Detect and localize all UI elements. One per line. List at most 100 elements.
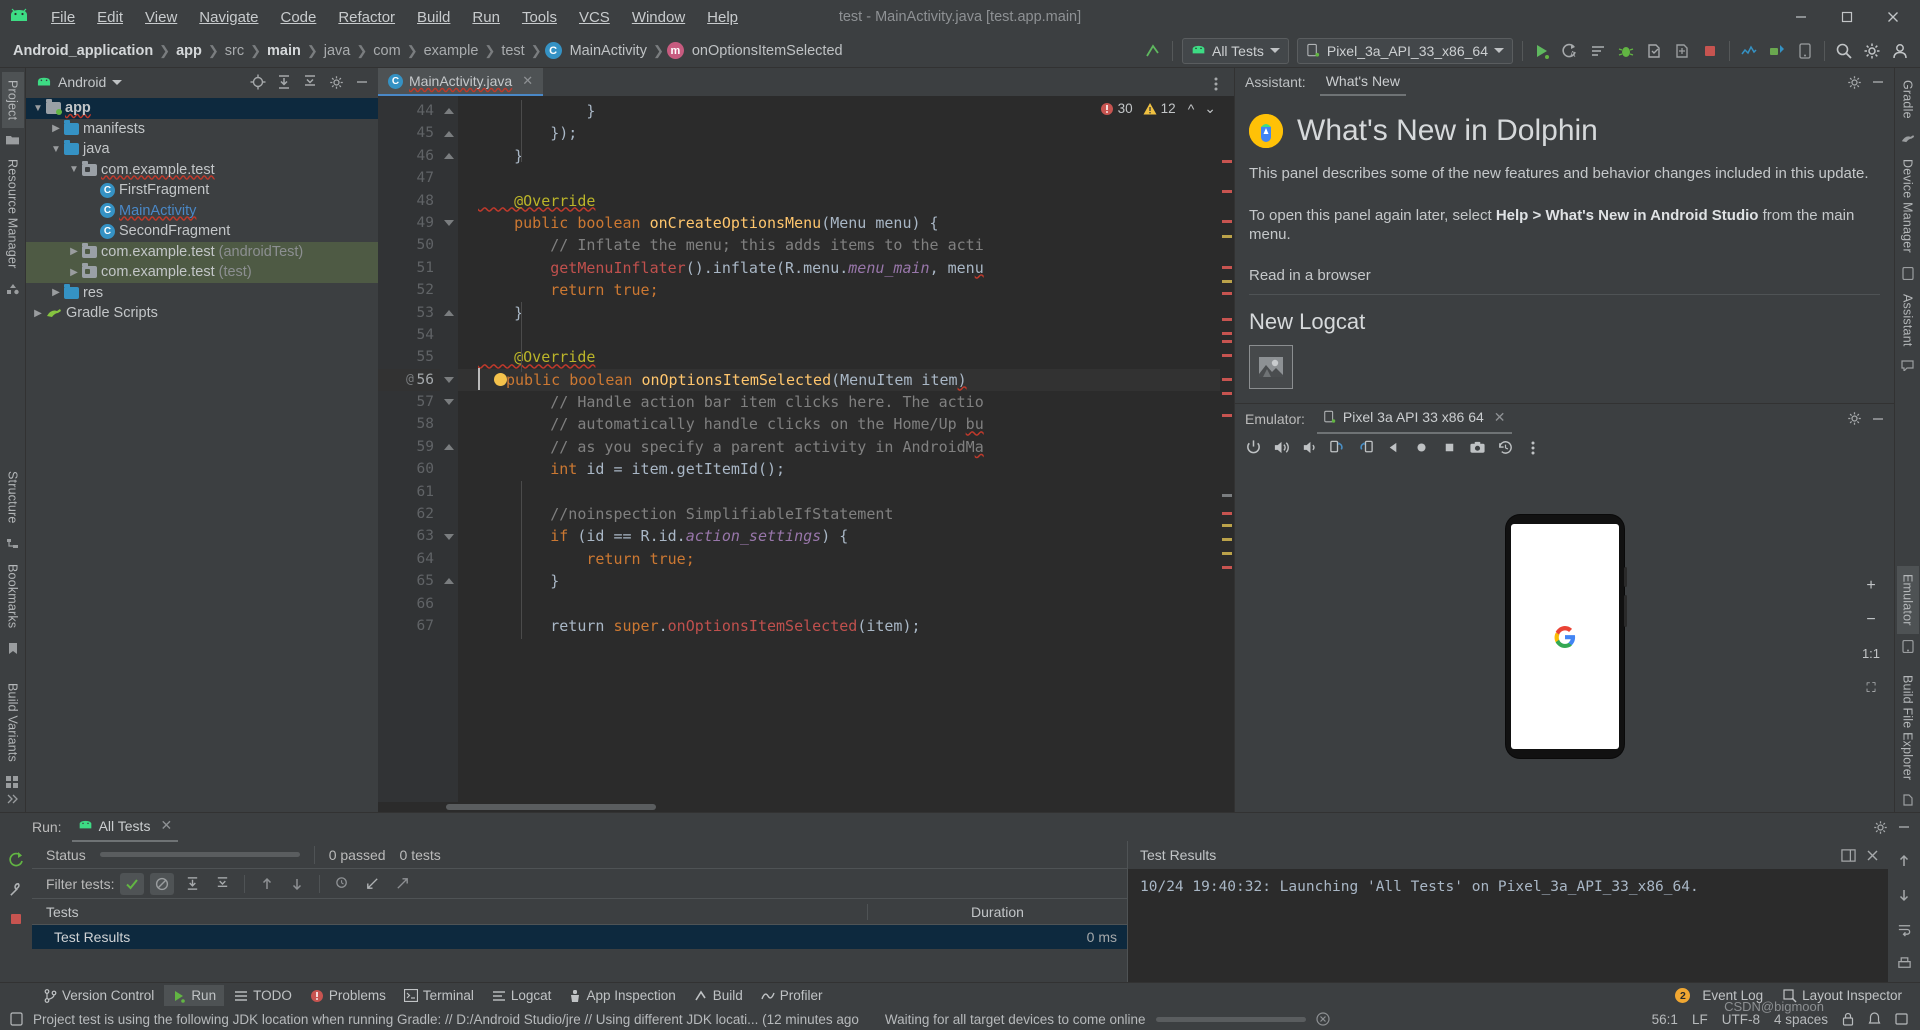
chevron-right-icon[interactable]: ▶ <box>30 308 46 319</box>
device-manager-icon[interactable] <box>1735 37 1763 65</box>
memory-indicator[interactable] <box>1895 1012 1908 1026</box>
error-mark[interactable] <box>1222 566 1232 569</box>
chevron-right-icon[interactable]: ▶ <box>66 267 82 278</box>
avd-manager-icon[interactable] <box>1791 37 1819 65</box>
chevron-right-icon[interactable]: ▶ <box>48 287 64 298</box>
soft-wrap-icon[interactable] <box>1892 917 1916 941</box>
split-view-icon[interactable] <box>1836 843 1860 867</box>
emulator-device-tab[interactable]: Pixel 3a API 33 x86 64 ✕ <box>1316 404 1512 434</box>
editor-options-icon[interactable] <box>1204 72 1228 96</box>
breadcrumb-item-main[interactable]: main <box>264 41 304 61</box>
chevron-down-icon[interactable] <box>112 79 123 85</box>
zoom-in-button[interactable]: + <box>1858 575 1884 597</box>
fold-marker[interactable] <box>440 436 458 458</box>
sdk-manager-icon[interactable] <box>1763 37 1791 65</box>
tool-button-todo[interactable]: TODO <box>226 985 300 1006</box>
more-icon[interactable] <box>1521 436 1545 460</box>
run-settings-gear-icon[interactable] <box>1868 815 1892 839</box>
status-message[interactable]: Project test is using the following JDK … <box>33 1012 859 1027</box>
breadcrumb-item-project[interactable]: Android_application <box>10 41 156 61</box>
apply-code-changes-icon[interactable] <box>1668 37 1696 65</box>
tree-node-firstfragment[interactable]: C FirstFragment <box>26 180 378 201</box>
fold-marker[interactable] <box>440 302 458 324</box>
rail-button-emulator[interactable]: Emulator <box>1896 566 1919 634</box>
editor-fold-column[interactable] <box>440 96 458 802</box>
breadcrumb-item-method[interactable]: onOptionsItemSelected <box>689 41 846 61</box>
print-icon[interactable] <box>1892 951 1916 975</box>
configure-tests-icon[interactable] <box>4 877 28 901</box>
emulator-display[interactable]: + − 1:1 ⛶ <box>1235 461 1894 812</box>
tree-node-manifests[interactable]: ▶ manifests <box>26 119 378 140</box>
menu-build[interactable]: Build <box>406 6 461 29</box>
override-gutter-mark[interactable]: @ <box>406 369 414 391</box>
breadcrumb-item-com[interactable]: com <box>370 41 403 61</box>
menu-view[interactable]: View <box>134 6 188 29</box>
chevron-right-icon[interactable]: ▶ <box>66 246 82 257</box>
tool-button-terminal[interactable]: Terminal <box>396 985 482 1006</box>
error-mark[interactable] <box>1222 378 1232 381</box>
tree-node-java[interactable]: ▼ java <box>26 139 378 160</box>
rail-button-project[interactable]: Project <box>1 72 24 129</box>
status-progress-cancel-icon[interactable] <box>1315 1012 1330 1026</box>
run-tab-all-tests[interactable]: All Tests ✕ <box>71 812 179 842</box>
tool-button-run[interactable]: Run <box>164 985 225 1006</box>
warning-mark[interactable] <box>1222 235 1232 238</box>
breadcrumb-item-test[interactable]: test <box>498 41 527 61</box>
next-test-icon[interactable] <box>285 873 309 895</box>
close-icon[interactable]: ✕ <box>1494 409 1506 426</box>
chevron-right-icon[interactable]: ▶ <box>48 123 64 134</box>
menu-code[interactable]: Code <box>269 6 327 29</box>
menu-run[interactable]: Run <box>461 6 511 29</box>
tree-node-gradle-scripts[interactable]: ▶ Gradle Scripts <box>26 303 378 324</box>
table-row[interactable]: Test Results 0 ms <box>32 925 1127 949</box>
tree-node-package-main[interactable]: ▼ com.example.test <box>26 160 378 181</box>
sort-by-duration-icon[interactable] <box>330 873 354 895</box>
error-mark[interactable] <box>1222 414 1232 417</box>
rerun-tests-icon[interactable] <box>4 847 28 871</box>
breadcrumb-item-java[interactable]: java <box>321 41 354 61</box>
profile-icon[interactable] <box>1584 37 1612 65</box>
editor-horizontal-scrollbar[interactable] <box>378 802 1234 812</box>
error-mark[interactable] <box>1222 266 1232 269</box>
breadcrumb-item-src[interactable]: src <box>222 41 247 61</box>
tree-node-package-test[interactable]: ▶ com.example.test (test) <box>26 262 378 283</box>
error-mark[interactable] <box>1222 512 1232 515</box>
device-selector[interactable]: Pixel_3a_API_33_x86_64 <box>1296 37 1513 64</box>
error-mark[interactable] <box>1222 160 1232 163</box>
menu-tools[interactable]: Tools <box>511 6 568 29</box>
breadcrumb-item-app[interactable]: app <box>173 41 205 61</box>
menu-navigate[interactable]: Navigate <box>188 6 269 29</box>
project-view-selector-label[interactable]: Android <box>58 74 106 90</box>
run-hide-icon[interactable] <box>1892 815 1916 839</box>
prev-problem-icon[interactable]: ^ <box>1188 101 1195 117</box>
device-volume-button[interactable] <box>1623 595 1627 628</box>
window-minimize-button[interactable] <box>1778 0 1824 34</box>
expand-all-tests-icon[interactable] <box>180 873 204 895</box>
chevron-down-icon[interactable]: ▼ <box>30 103 46 114</box>
stop-tests-icon[interactable] <box>4 907 28 931</box>
scrollbar-thumb[interactable] <box>446 804 656 810</box>
line-separator[interactable]: LF <box>1692 1012 1708 1027</box>
project-settings-gear-icon[interactable] <box>324 70 348 94</box>
error-mark[interactable] <box>1222 220 1232 223</box>
run-button[interactable] <box>1528 37 1556 65</box>
emulator-settings-gear-icon[interactable] <box>1842 407 1866 431</box>
window-maximize-button[interactable] <box>1824 0 1870 34</box>
editor-viewport[interactable]: 44 45 46 47 48 49 50 51 52 53 54 55 @ 56 <box>378 96 1234 802</box>
assistant-settings-gear-icon[interactable] <box>1842 70 1866 94</box>
assistant-hide-icon[interactable] <box>1866 70 1890 94</box>
notifications-icon[interactable] <box>1868 1012 1881 1026</box>
volume-down-icon[interactable] <box>1297 436 1321 460</box>
tool-button-app-inspection[interactable]: App Inspection <box>561 985 683 1006</box>
collapse-all-icon[interactable] <box>298 70 322 94</box>
fold-marker[interactable] <box>440 525 458 547</box>
breadcrumb-item-mainactivity[interactable]: MainActivity <box>567 41 650 61</box>
overview-icon[interactable] <box>1437 436 1461 460</box>
show-ignored-toggle[interactable] <box>150 872 175 895</box>
hide-project-pane-icon[interactable] <box>350 70 374 94</box>
caret-position[interactable]: 56:1 <box>1652 1012 1678 1027</box>
error-mark[interactable] <box>1222 332 1232 335</box>
fold-marker[interactable] <box>440 100 458 122</box>
menu-edit[interactable]: Edit <box>86 6 134 29</box>
select-opened-file-icon[interactable] <box>246 70 270 94</box>
